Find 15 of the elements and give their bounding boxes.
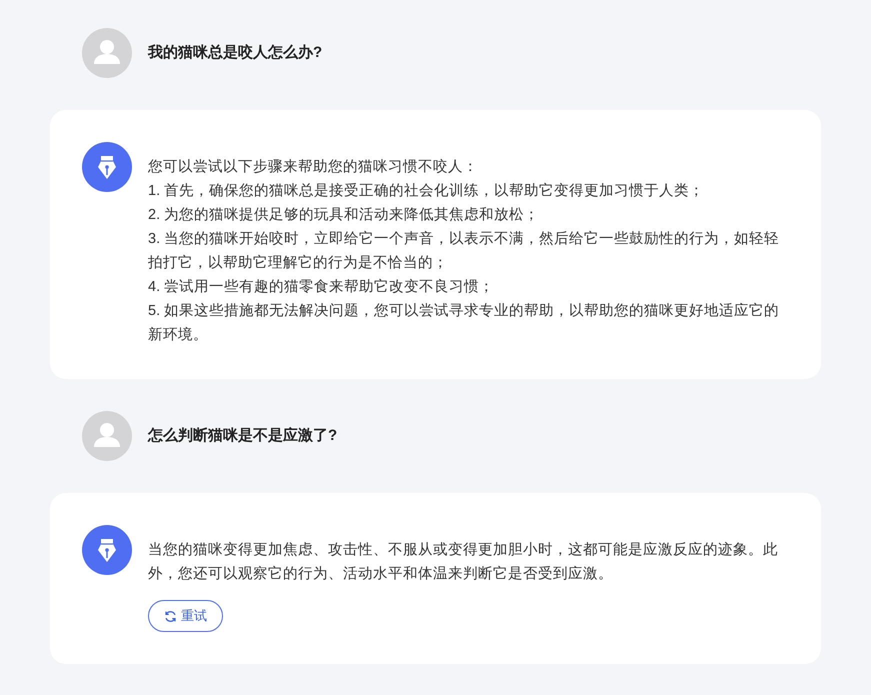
user-avatar-icon — [82, 411, 132, 461]
question-text: 我的猫咪总是咬人怎么办? — [148, 42, 322, 63]
answer-text: 3. 当您的猫咪开始咬时，立即给它一个声音，以表示不满，然后给它一些鼓励性的行为，如轻轻拍打它，以帮助它理解它的行为是不恰当的； — [148, 230, 780, 273]
answer-text: 您可以尝试以下步骤来帮助您的猫咪习惯不咬人： — [148, 158, 479, 177]
refresh-icon — [164, 610, 177, 622]
pen-nib-icon — [82, 525, 132, 575]
user-avatar-icon — [82, 28, 132, 78]
answer-text: 4. 尝试用一些有趣的猫零食来帮助它改变不良习惯； — [148, 278, 496, 297]
answer-text: 当您的猫咪变得更加焦虑、攻击性、不服从或变得更加胆小时，这都可能是应激反应的迹象。此外，您还可以观察它的行为、活动水平和体温来判断它是否受到应激。 — [148, 540, 779, 584]
pen-nib-icon — [82, 142, 132, 192]
answer-text: 2. 为您的猫咪提供足够的玩具和活动来降低其焦虑和放松； — [148, 206, 540, 225]
answer-text: 1. 首先，确保您的猫咪总是接受正确的社会化训练，以帮助它变得更加习惯于人类； — [148, 182, 706, 201]
retry-button[interactable]: 重试 — [148, 600, 223, 632]
answer-text: 5. 如果这些措施都无法解决问题，您可以尝试寻求专业的帮助，以帮助您的猫咪更好地适应它的新环境。 — [148, 302, 780, 345]
question-text: 怎么判断猫咪是不是应激了? — [148, 426, 338, 446]
